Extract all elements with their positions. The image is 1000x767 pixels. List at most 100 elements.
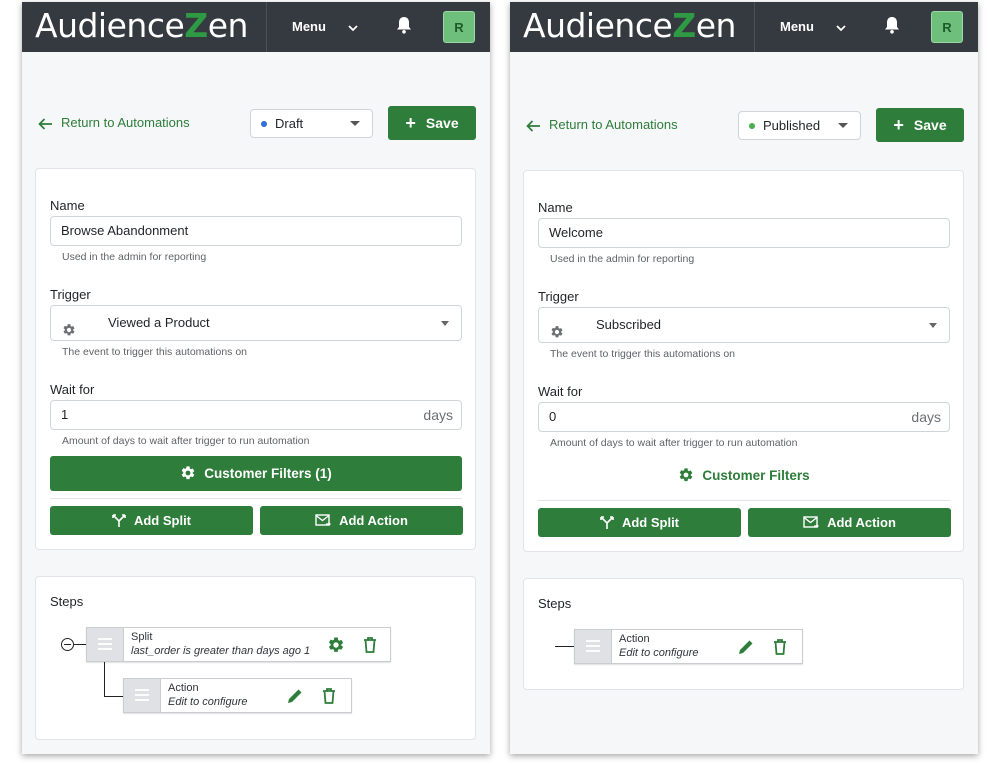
save-label: Save: [425, 115, 459, 131]
plus-icon: +: [405, 113, 416, 133]
status-select[interactable]: Published: [738, 111, 861, 140]
plus-icon: +: [893, 115, 904, 135]
split-icon: [112, 513, 126, 527]
add-action-label: Add Action: [339, 513, 408, 528]
steps-card: Steps Action Edit to configure: [523, 578, 964, 690]
name-hint: Used in the admin for reporting: [62, 251, 207, 263]
caret-down-icon: [350, 121, 360, 126]
trash-icon[interactable]: [771, 638, 789, 656]
wait-label: Wait for: [50, 382, 95, 397]
customer-filters-button[interactable]: Customer Filters (1): [50, 456, 462, 491]
connector-line: [555, 646, 574, 647]
name-label: Name: [50, 198, 85, 213]
pencil-icon[interactable]: [286, 687, 304, 705]
trigger-select[interactable]: Viewed a Product: [50, 305, 462, 341]
save-label: Save: [913, 117, 947, 133]
save-button[interactable]: + Save: [388, 106, 476, 140]
filters-label: Customer Filters: [702, 468, 810, 483]
trigger-value: Viewed a Product: [108, 315, 210, 330]
step-subtitle: Edit to configure: [168, 696, 248, 708]
name-input[interactable]: Welcome: [538, 218, 950, 248]
drag-handle-icon[interactable]: [87, 628, 124, 661]
envelope-icon: [803, 516, 819, 529]
divider: [538, 500, 950, 501]
collapse-toggle[interactable]: [61, 638, 74, 651]
divider: [50, 498, 462, 499]
trigger-value: Subscribed: [596, 317, 662, 332]
gear-icon: [182, 466, 195, 480]
gear-icon[interactable]: [327, 636, 345, 654]
days-suffix: days: [423, 407, 453, 423]
wait-value: 0: [549, 409, 557, 424]
add-split-button[interactable]: Add Split: [50, 506, 253, 535]
navbar-divider: [754, 2, 755, 52]
trigger-hint: The event to trigger this automations on: [62, 346, 248, 358]
add-action-button[interactable]: Add Action: [260, 506, 463, 535]
gear-icon: [62, 316, 76, 350]
caret-down-icon: [838, 123, 848, 128]
bell-icon[interactable]: [884, 16, 902, 36]
automation-editor-draft: AudienceZen Menu R Return to Automations…: [22, 2, 490, 754]
add-split-button[interactable]: Add Split: [538, 508, 741, 537]
steps-title: Steps: [50, 594, 84, 609]
app-logo[interactable]: AudienceZen: [523, 4, 736, 48]
app-logo[interactable]: AudienceZen: [35, 4, 248, 48]
drag-handle-icon[interactable]: [575, 630, 612, 663]
status-dot: [261, 120, 267, 127]
menu-label: Menu: [780, 19, 814, 34]
add-action-label: Add Action: [827, 515, 896, 530]
step-subtitle: last_order is greater than days ago 1: [131, 645, 311, 657]
return-to-automations-link[interactable]: Return to Automations: [526, 115, 678, 135]
return-to-automations-link[interactable]: Return to Automations: [38, 113, 190, 133]
days-suffix: days: [911, 409, 941, 425]
chevron-down-icon: [835, 17, 846, 39]
connector-line: [104, 662, 105, 696]
steps-card: Steps Split last_order is greater than d…: [35, 576, 476, 740]
caret-down-icon: [441, 321, 449, 326]
name-input[interactable]: Browse Abandonment: [50, 216, 462, 246]
top-navbar: AudienceZen Menu R: [510, 2, 978, 52]
add-split-label: Add Split: [621, 515, 680, 530]
pencil-icon[interactable]: [737, 638, 755, 656]
step-split[interactable]: Split last_order is greater than days ag…: [86, 627, 391, 662]
step-action[interactable]: Action Edit to configure: [123, 678, 352, 713]
return-label: Return to Automations: [61, 115, 190, 130]
step-title: Action: [619, 633, 650, 645]
wait-days-input[interactable]: 1 days: [50, 400, 462, 430]
wait-hint: Amount of days to wait after trigger to …: [550, 437, 798, 449]
add-split-label: Add Split: [133, 513, 192, 528]
bell-icon[interactable]: [396, 16, 414, 36]
wait-days-input[interactable]: 0 days: [538, 402, 950, 432]
name-hint: Used in the admin for reporting: [550, 253, 695, 265]
trash-icon[interactable]: [320, 687, 338, 705]
save-button[interactable]: + Save: [876, 108, 964, 142]
avatar[interactable]: R: [443, 11, 475, 43]
caret-down-icon: [929, 323, 937, 328]
arrow-left-icon: [38, 117, 52, 130]
top-navbar: AudienceZen Menu R: [22, 2, 490, 52]
automation-settings-card: Name Welcome Used in the admin for repor…: [523, 170, 964, 552]
automation-editor-published: AudienceZen Menu R Return to Automations…: [510, 2, 978, 754]
menu-button[interactable]: Menu: [780, 16, 846, 38]
step-title: Split: [131, 631, 153, 643]
wait-label: Wait for: [538, 384, 583, 399]
avatar[interactable]: R: [931, 11, 963, 43]
arrow-left-icon: [526, 119, 540, 132]
trash-icon[interactable]: [361, 636, 379, 654]
status-dot: [749, 122, 755, 129]
status-select[interactable]: Draft: [250, 109, 373, 138]
add-action-button[interactable]: Add Action: [748, 508, 951, 537]
customer-filters-button[interactable]: Customer Filters: [538, 466, 950, 486]
wait-hint: Amount of days to wait after trigger to …: [62, 435, 310, 447]
gear-icon: [680, 468, 693, 482]
trigger-hint: The event to trigger this automations on: [550, 348, 736, 360]
trigger-label: Trigger: [538, 289, 579, 304]
menu-button[interactable]: Menu: [292, 16, 358, 38]
envelope-icon: [315, 514, 331, 527]
steps-title: Steps: [538, 596, 572, 611]
gear-icon: [550, 318, 564, 352]
step-action[interactable]: Action Edit to configure: [574, 629, 803, 664]
trigger-select[interactable]: Subscribed: [538, 307, 950, 343]
connector-line: [74, 644, 86, 645]
drag-handle-icon[interactable]: [124, 679, 161, 712]
